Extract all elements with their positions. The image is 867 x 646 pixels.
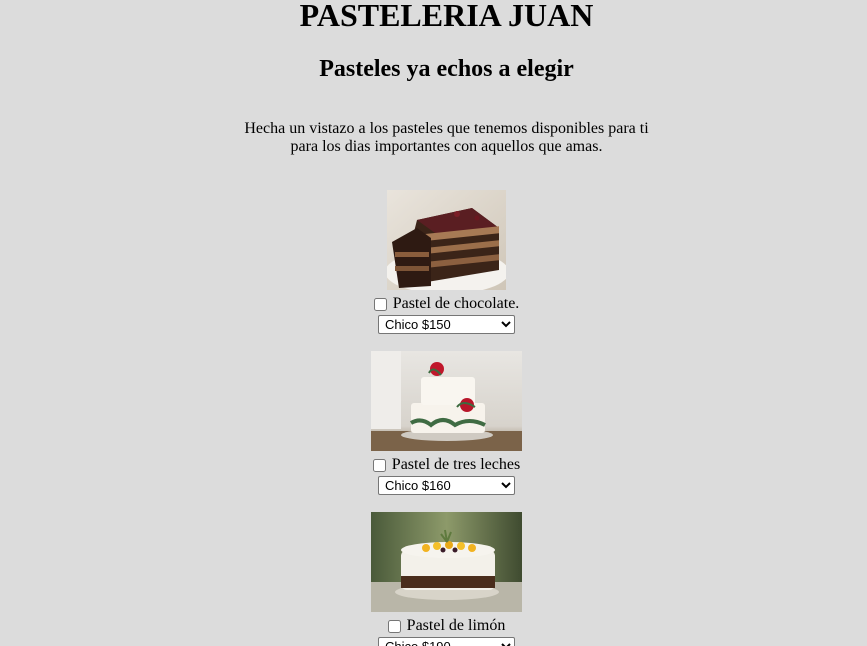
intro-text: Hecha un vistazo a los pasteles que tene… (239, 120, 654, 156)
product-name-tres-leches: Pastel de tres leches (391, 456, 521, 473)
product-card-chocolate: Pastel de chocolate. Chico $150 (0, 190, 867, 334)
lemon-cake-photo (371, 512, 522, 612)
product-card-tres-leches: Pastel de tres leches Chico $160 (0, 351, 867, 495)
product-card-limon: Pastel de limón Chico $190 (0, 512, 867, 646)
product-check-row: Pastel de tres leches (0, 456, 867, 474)
chocolate-cake-photo (387, 190, 506, 290)
size-select-chocolate[interactable]: Chico $150 (378, 315, 515, 334)
product-name-chocolate: Pastel de chocolate. (392, 295, 520, 312)
intro-line-2: para los dias importantes con aquellos q… (290, 138, 603, 155)
product-check-row: Pastel de limón (0, 617, 867, 635)
size-select-tres-leches[interactable]: Chico $160 (378, 476, 515, 495)
tres-leches-cake-photo (371, 351, 522, 451)
size-select-limon[interactable]: Chico $190 (378, 637, 515, 646)
product-checkbox-limon[interactable] (387, 619, 401, 633)
page-subtitle: Pasteles ya echos a elegir (319, 56, 574, 82)
product-checkbox-tres-leches[interactable] (372, 458, 386, 472)
product-check-row: Pastel de chocolate. (0, 295, 867, 313)
page-title: PASTELERIA JUAN (299, 0, 594, 33)
intro-line-1: Hecha un vistazo a los pasteles que tene… (244, 120, 649, 137)
product-name-limon: Pastel de limón (406, 617, 506, 634)
product-checkbox-chocolate[interactable] (373, 297, 387, 311)
